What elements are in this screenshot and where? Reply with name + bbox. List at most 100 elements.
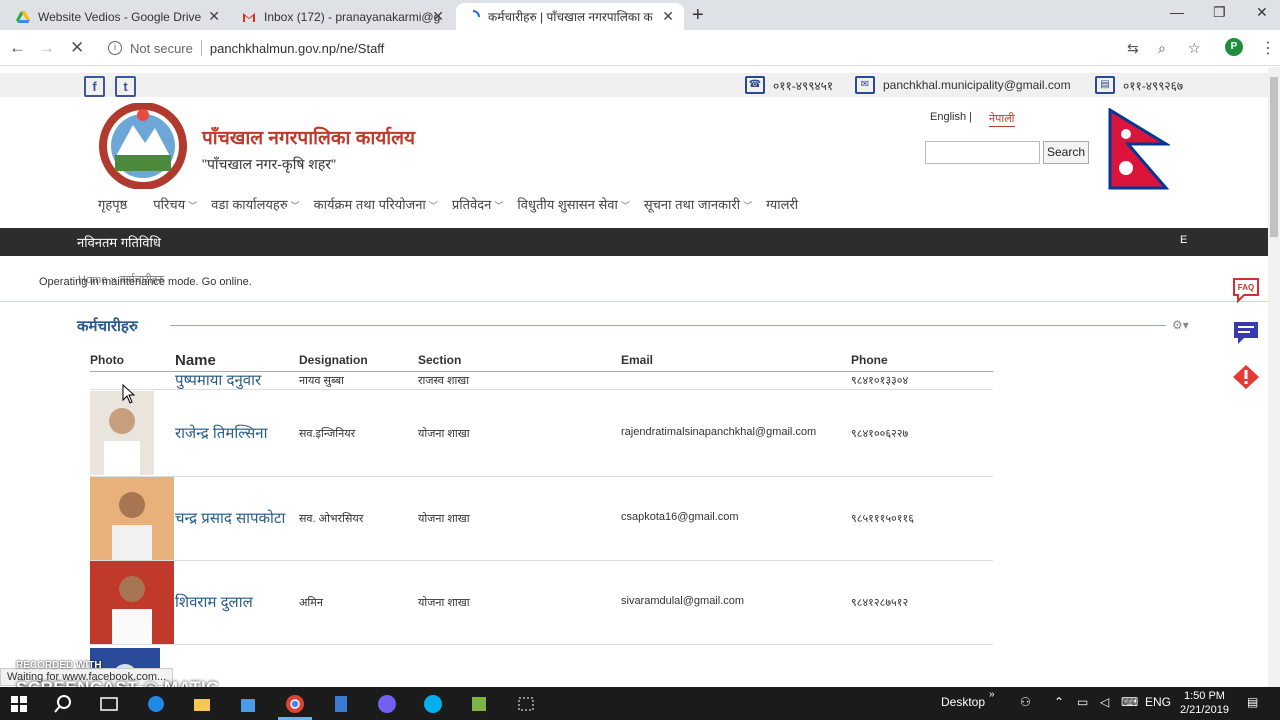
main-navigation: गृहपृष्ठ परिचय ﹀ वडा कार्यालयहरु ﹀ कार्यक्… (98, 195, 812, 215)
staff-email[interactable]: sivaramdulal@gmail.com (621, 595, 744, 607)
twitter-icon[interactable]: t (115, 76, 136, 97)
close-icon[interactable]: ✕ (208, 8, 220, 25)
task-view-icon[interactable] (98, 693, 120, 715)
nav-item-about[interactable]: परिचय ﹀ (153, 195, 197, 215)
divider (90, 560, 993, 561)
snipping-tool-icon[interactable] (515, 693, 537, 715)
header-photo: Photo (90, 353, 124, 367)
header-designation: Designation (299, 353, 368, 367)
tab-staff-page[interactable]: कर्मचारीहरु | पाँचखाल नगरपालिका क ✕ (456, 3, 684, 30)
spreadsheet-app-icon[interactable] (468, 693, 490, 715)
maintenance-notice: Operating in maintenance mode. Go online… (39, 276, 252, 288)
viber-icon[interactable] (376, 693, 398, 715)
input-language[interactable]: ENG (1145, 695, 1171, 709)
store-icon[interactable] (237, 693, 259, 715)
nav-item-ward-offices[interactable]: वडा कार्यालयहरु ﹀ (211, 195, 299, 215)
toolbar-expand-icon[interactable]: » (989, 689, 995, 700)
mail-icon: ✉ (855, 76, 875, 94)
divider (90, 644, 993, 645)
facebook-icon[interactable]: f (84, 76, 105, 97)
back-arrow-icon[interactable]: ← (9, 38, 26, 58)
nav-item-reports[interactable]: प्रतिवेदन ﹀ (452, 195, 504, 215)
language-nepali-link[interactable]: नेपाली (989, 111, 1015, 127)
nav-item-programs[interactable]: कार्यक्रम तथा परियोजना ﹀ (314, 195, 438, 215)
language-english-link[interactable]: English | (930, 111, 972, 123)
tab-gmail[interactable]: Inbox (172) - pranayanakarmi@g ✕ (232, 3, 454, 30)
staff-email[interactable]: csapkota16@gmail.com (621, 511, 739, 523)
tray-expand-icon[interactable]: ⌃ (1054, 695, 1064, 709)
nav-item-e-governance[interactable]: विधुतीय शुसासन सेवा ﹀ (517, 195, 630, 215)
news-label: नविनतम गतिविधि (77, 235, 161, 250)
restore-button[interactable]: ❐ (1213, 4, 1226, 21)
municipality-logo[interactable] (95, 103, 191, 189)
staff-section: योजना शाखा (418, 513, 470, 525)
nav-item-information[interactable]: सूचना तथा जानकारी ﹀ (644, 195, 752, 215)
system-clock[interactable]: 1:50 PM 2/21/2019 (1180, 689, 1229, 717)
tab-google-drive[interactable]: Website Vedios - Google Drive ✕ (6, 3, 230, 30)
scrollbar-thumb[interactable] (1270, 77, 1278, 237)
edge-browser-icon[interactable] (145, 693, 167, 715)
staff-email[interactable]: rajendratimalsinapanchkhal@gmail.com (621, 426, 816, 438)
profile-avatar[interactable]: P (1225, 38, 1243, 56)
staff-phone: ९८४१००६२२७ (851, 428, 909, 440)
not-secure-label: Not secure (130, 40, 193, 56)
browser-menu-icon[interactable]: ⋮ (1260, 38, 1276, 58)
keyboard-icon[interactable]: ⌨ (1121, 695, 1138, 709)
search-button[interactable]: Search (1043, 141, 1089, 164)
divider (170, 325, 1166, 326)
alert-icon[interactable] (1232, 364, 1260, 390)
staff-phone: ९८४१२८७५१२ (851, 597, 909, 609)
loading-icon (472, 9, 480, 17)
page-scrollbar[interactable] (1268, 67, 1280, 687)
staff-designation: सव. ओभरसियर (299, 513, 364, 525)
windows-start-icon[interactable] (8, 693, 30, 715)
volume-icon[interactable]: ◁ (1100, 695, 1109, 709)
chrome-icon[interactable] (284, 693, 306, 715)
close-window-button[interactable]: ✕ (1256, 4, 1268, 21)
forward-arrow-icon[interactable]: → (38, 38, 55, 58)
zoom-icon[interactable]: ⌕ (1158, 40, 1166, 57)
document-app-icon[interactable] (330, 693, 352, 715)
email-address[interactable]: panchkhal.municipality@gmail.com (883, 78, 1071, 92)
file-explorer-icon[interactable] (191, 693, 213, 715)
clock-date: 2/21/2019 (1180, 704, 1229, 716)
staff-name: शिवराम दुलाल (175, 594, 253, 611)
people-icon[interactable]: ⚇ (1020, 695, 1031, 709)
minimize-button[interactable]: — (1170, 4, 1184, 20)
new-tab-button[interactable]: + (692, 4, 704, 27)
address-bar[interactable]: i Not secure panchkhalmun.gov.np/ne/Staf… (100, 35, 1220, 61)
nav-item-gallery[interactable]: ग्यालरी (766, 195, 798, 215)
info-icon[interactable]: i (108, 41, 122, 55)
notifications-icon[interactable]: ▤ (1247, 695, 1258, 709)
gmail-icon (243, 12, 255, 22)
svg-text:FAQ: FAQ (1238, 283, 1254, 292)
url-text[interactable]: panchkhalmun.gov.np/ne/Staff (210, 41, 384, 56)
bookmark-star-icon[interactable]: ☆ (1188, 40, 1201, 57)
mouse-cursor-icon (122, 384, 136, 404)
desktop-toolbar[interactable]: Desktop (941, 695, 985, 709)
gear-icon[interactable]: ⚙▾ (1172, 318, 1189, 332)
staff-name: पुष्पमाया दनुवार (175, 372, 262, 389)
recording-watermark: RECORDED WITH (16, 660, 102, 671)
chat-icon[interactable] (1232, 320, 1260, 346)
news-ticker[interactable]: E (1180, 234, 1187, 246)
translate-icon[interactable]: ⇆ (1127, 40, 1139, 57)
chevron-down-icon: ﹀ (188, 201, 198, 211)
staff-designation: अमिन (299, 597, 323, 609)
phone-number: ०११-४९९४५१ (773, 78, 834, 93)
close-icon[interactable]: ✕ (432, 8, 444, 25)
nav-item-home[interactable]: गृहपृष्ठ (98, 195, 127, 215)
staff-designation: नायव सुब्बा (299, 375, 344, 387)
stop-loading-icon[interactable]: ✕ (70, 38, 84, 58)
search-input[interactable] (925, 141, 1040, 164)
search-icon[interactable] (52, 693, 74, 715)
contact-phone-1: ☎ ०११-४९९४५१ (745, 76, 833, 94)
skype-icon[interactable] (422, 693, 444, 715)
faq-icon[interactable]: FAQ (1232, 277, 1260, 303)
staff-phone: ९८५१११५०११६ (851, 513, 914, 525)
network-icon[interactable]: ▭ (1077, 695, 1088, 709)
site-title[interactable]: पाँचखाल नगरपालिका कार्यालय (202, 124, 415, 150)
close-icon[interactable]: ✕ (662, 8, 674, 25)
nepal-flag-icon (1108, 108, 1170, 190)
site-slogan: "पाँचखाल नगर-कृषि शहर" (202, 156, 336, 172)
